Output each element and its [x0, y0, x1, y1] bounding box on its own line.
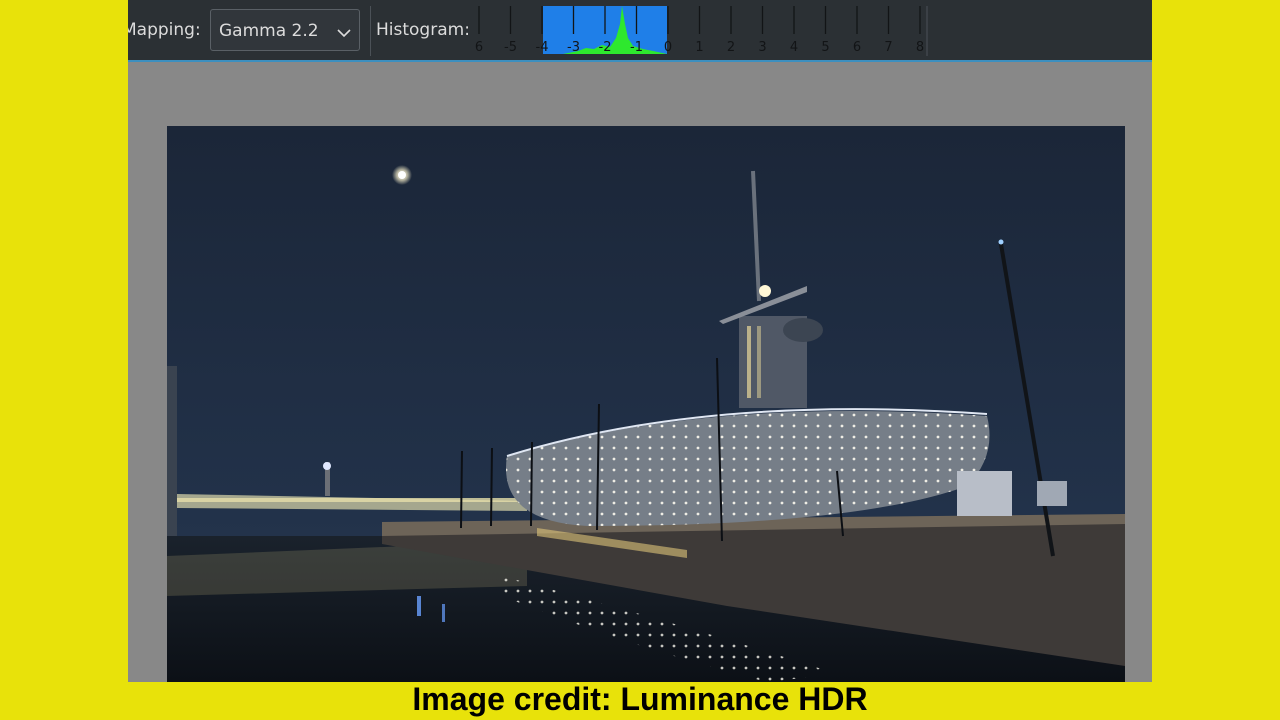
mapping-select[interactable]: Gamma 2.2	[210, 9, 360, 51]
histogram-tick-label: -5	[504, 40, 517, 55]
chevron-down-icon[interactable]	[337, 23, 351, 43]
histogram-tick-label: 2	[727, 40, 735, 55]
histogram-tick-label: -1	[630, 40, 643, 55]
histogram-tick-label: 3	[758, 40, 766, 55]
histogram-tick-label: 0	[664, 40, 672, 55]
histogram-widget[interactable]: 6 -5 -4 -3 -2 -1 0 1 2 3 4 5 6 7 8	[468, 4, 928, 56]
histogram-tick-label: -2	[599, 40, 612, 55]
night-harbour-photo	[167, 126, 1125, 682]
histogram-tick-label: 4	[790, 40, 798, 55]
histogram-tick-label: -3	[567, 40, 580, 55]
histogram-tick-label: 8	[916, 40, 924, 55]
image-credit-caption: Image credit: Luminance HDR	[412, 681, 868, 717]
mapping-selected-value: Gamma 2.2	[219, 21, 319, 41]
histogram-tick-label: 7	[884, 40, 892, 55]
histogram-ticks: 6 -5 -4 -3 -2 -1 0 1 2 3 4 5 6 7 8	[475, 6, 924, 55]
mapping-label: Mapping:	[128, 20, 201, 40]
toolbar: Mapping: Gamma 2.2 Histogram: 6 -5 -4 -3 -2 -…	[128, 0, 1152, 62]
histogram-label: Histogram:	[376, 20, 470, 40]
histogram-tick-label: -4	[536, 40, 549, 55]
toolbar-separator	[370, 6, 371, 56]
histogram-tick-label: 1	[695, 40, 703, 55]
luminance-hdr-window: Mapping: Gamma 2.2 Histogram: 6 -5 -4 -3 -2 -…	[128, 0, 1152, 682]
histogram-tick-label: 5	[821, 40, 829, 55]
histogram-tick-label: 6	[853, 40, 861, 55]
histogram-tick-label: 6	[475, 40, 483, 55]
hdr-image-preview[interactable]	[167, 126, 1125, 682]
